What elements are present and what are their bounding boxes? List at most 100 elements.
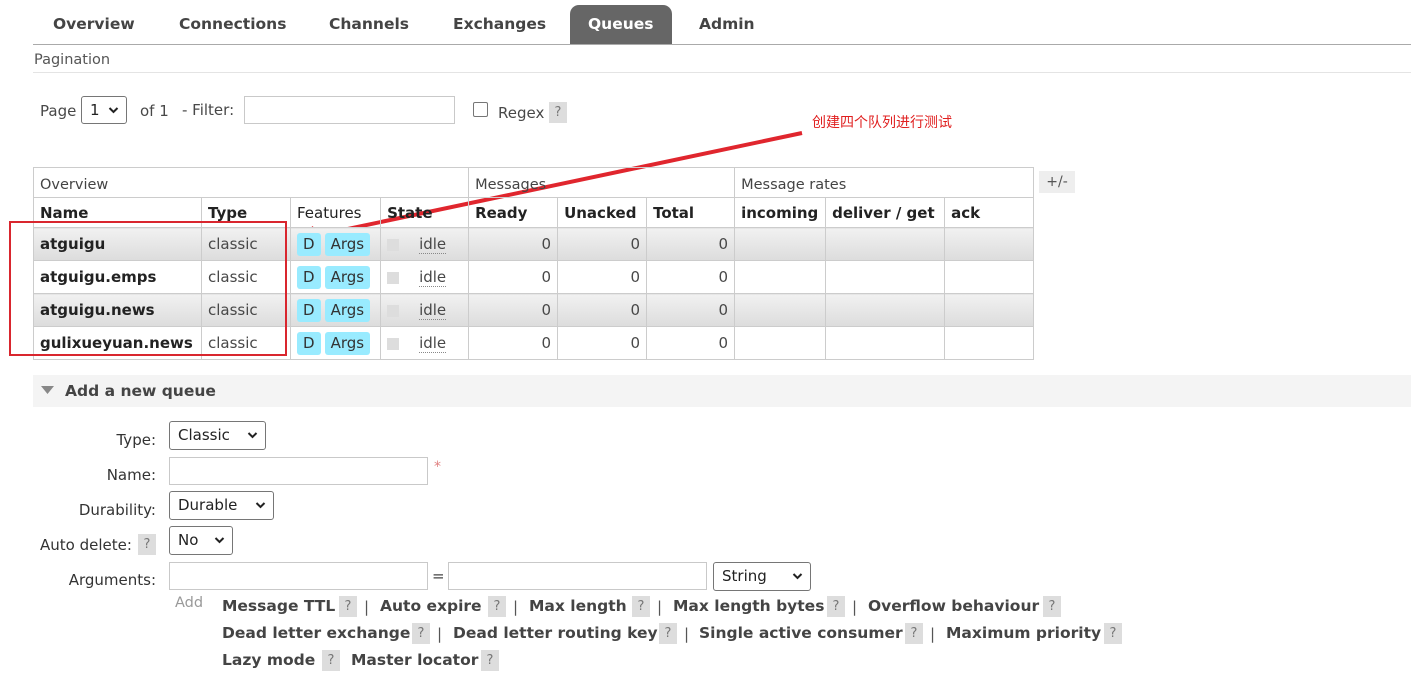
feature-durable-badge: D — [297, 331, 321, 355]
col-state[interactable]: State — [380, 197, 470, 228]
col-unacked[interactable]: Unacked — [557, 197, 648, 228]
msg-unacked: 0 — [557, 227, 648, 261]
rate-incoming — [734, 260, 827, 294]
help-icon[interactable]: ? — [905, 623, 923, 644]
argument-key-input[interactable] — [169, 562, 428, 590]
feature-args-badge: Args — [324, 232, 371, 256]
queue-state: idle — [380, 227, 470, 261]
rate-incoming — [734, 326, 827, 360]
queue-name-input[interactable] — [169, 457, 428, 485]
separator: | — [684, 625, 690, 643]
separator: | — [852, 598, 858, 616]
feature-durable-badge: D — [297, 232, 321, 256]
msg-ready: 0 — [468, 326, 559, 360]
queue-type-value: Classic — [178, 426, 230, 444]
argument-type-select[interactable]: String — [713, 562, 811, 591]
arg-dead-letter-exchange-link[interactable]: Dead letter exchange — [222, 624, 410, 642]
queue-state: idle — [380, 293, 470, 327]
msg-unacked: 0 — [557, 326, 648, 360]
arg-lazy-mode-link[interactable]: Lazy mode — [222, 651, 315, 669]
auto-delete-select[interactable]: No — [169, 526, 233, 555]
feature-args-badge: Args — [324, 331, 371, 355]
help-icon[interactable]: ? — [1104, 623, 1122, 644]
queue-features: D Args — [289, 293, 382, 327]
chevron-down-icon — [214, 537, 225, 544]
chevron-down-icon — [792, 573, 803, 580]
rate-ack — [944, 260, 1035, 294]
help-icon[interactable]: ? — [339, 596, 357, 617]
col-ack[interactable]: ack — [944, 197, 1035, 228]
separator: | — [364, 598, 370, 616]
chevron-down-icon — [255, 502, 266, 509]
help-icon[interactable]: ? — [412, 623, 430, 644]
rate-deliver-get — [825, 227, 946, 261]
queue-type-select[interactable]: Classic — [169, 421, 266, 450]
col-total[interactable]: Total — [646, 197, 736, 228]
col-incoming[interactable]: incoming — [734, 197, 827, 228]
group-message-rates: Message rates — [734, 167, 1035, 198]
col-features: Features — [289, 197, 382, 228]
rate-deliver-get — [825, 260, 946, 294]
state-idle-icon — [387, 238, 400, 251]
durability-select[interactable]: Durable — [169, 491, 274, 520]
argument-equals: = — [432, 567, 445, 585]
rate-ack — [944, 326, 1035, 360]
add-argument-label: Add — [175, 595, 204, 611]
state-idle-icon — [387, 304, 400, 317]
arg-message-ttl-link[interactable]: Message TTL — [222, 597, 335, 615]
chevron-down-icon — [247, 432, 258, 439]
auto-delete-help-icon[interactable]: ? — [138, 534, 156, 555]
rate-deliver-get — [825, 326, 946, 360]
help-icon[interactable]: ? — [1043, 596, 1061, 617]
msg-total: 0 — [646, 326, 736, 360]
state-idle-icon — [387, 271, 400, 284]
col-deliver-get[interactable]: deliver / get — [825, 197, 946, 228]
arg-maximum-priority-link[interactable]: Maximum priority — [946, 624, 1101, 642]
help-icon[interactable]: ? — [481, 650, 499, 671]
arg-max-length-bytes-link[interactable]: Max length bytes — [673, 597, 824, 615]
add-queue-title: Add a new queue — [65, 382, 216, 400]
arg-master-locator-link[interactable]: Master locator — [351, 651, 478, 669]
col-ready[interactable]: Ready — [468, 197, 559, 228]
arg-dead-letter-routing-key-link[interactable]: Dead letter routing key — [453, 624, 658, 642]
queue-state: idle — [380, 326, 470, 360]
toggle-columns-button[interactable]: +/- — [1039, 171, 1075, 193]
msg-unacked: 0 — [557, 293, 648, 327]
arg-overflow-behaviour-link[interactable]: Overflow behaviour — [868, 597, 1039, 615]
help-icon[interactable]: ? — [488, 596, 506, 617]
help-icon[interactable]: ? — [827, 596, 845, 617]
argument-value-input[interactable] — [448, 562, 707, 590]
type-label: Type: — [116, 431, 156, 449]
required-marker: * — [434, 459, 441, 475]
auto-delete-value: No — [178, 531, 199, 549]
collapse-triangle-icon — [41, 386, 54, 394]
separator: | — [437, 625, 443, 643]
msg-ready: 0 — [468, 293, 559, 327]
arg-single-active-consumer-link[interactable]: Single active consumer — [699, 624, 903, 642]
msg-unacked: 0 — [557, 260, 648, 294]
rate-ack — [944, 227, 1035, 261]
msg-total: 0 — [646, 260, 736, 294]
arguments-label: Arguments: — [68, 571, 156, 589]
arg-max-length-link[interactable]: Max length — [529, 597, 627, 615]
state-label: idle — [419, 301, 447, 320]
separator: | — [513, 598, 519, 616]
help-icon[interactable]: ? — [322, 650, 340, 671]
durability-value: Durable — [178, 496, 238, 514]
help-icon[interactable]: ? — [659, 623, 677, 644]
add-queue-header[interactable]: Add a new queue — [33, 375, 1411, 407]
state-label: idle — [419, 334, 447, 353]
group-messages: Messages — [468, 167, 736, 198]
msg-total: 0 — [646, 293, 736, 327]
arg-auto-expire-link[interactable]: Auto expire — [380, 597, 482, 615]
rate-deliver-get — [825, 293, 946, 327]
help-icon[interactable]: ? — [632, 596, 650, 617]
queue-features: D Args — [289, 227, 382, 261]
msg-total: 0 — [646, 227, 736, 261]
feature-args-badge: Args — [324, 298, 371, 322]
feature-durable-badge: D — [297, 265, 321, 289]
feature-durable-badge: D — [297, 298, 321, 322]
durability-label: Durability: — [78, 501, 156, 519]
state-label: idle — [419, 235, 447, 254]
separator: | — [930, 625, 936, 643]
